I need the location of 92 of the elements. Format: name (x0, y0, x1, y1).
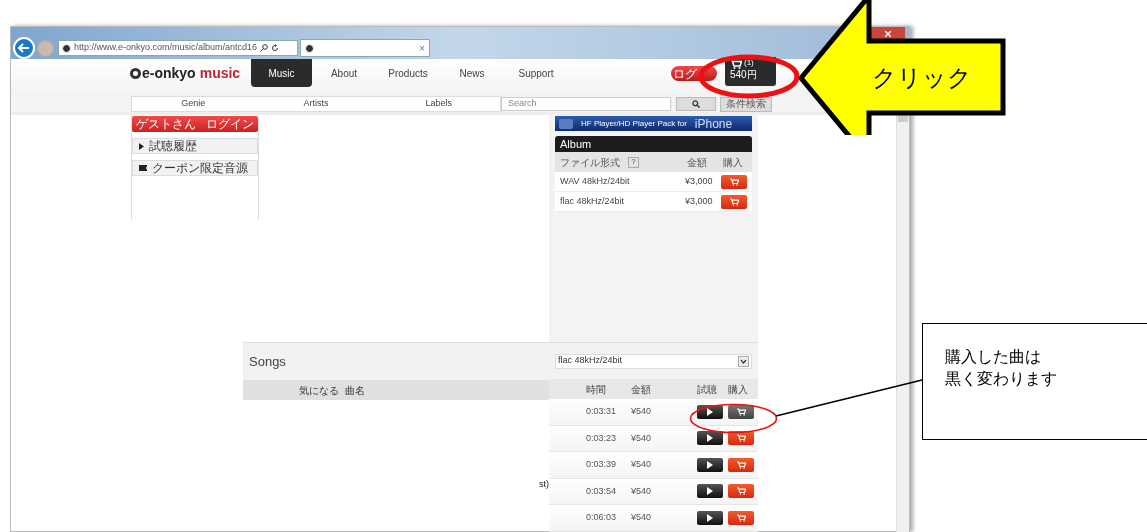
play-icon (707, 407, 713, 416)
cart-icon (736, 407, 746, 416)
address-text: http://www.e-onkyo.com/music/album/antcd16 (74, 41, 258, 55)
column-header: 曲名 (345, 383, 365, 398)
cart-icon (736, 513, 746, 522)
column-header: ファイル形式 (560, 155, 620, 170)
cart-button[interactable] (728, 457, 754, 472)
logo-accent: music (199, 63, 241, 83)
back-arrow-icon (18, 43, 30, 53)
price-cell-text: ¥540 (631, 484, 653, 498)
address-field[interactable]: http://www.e-onkyo.com/music/album/antcd16 (58, 40, 298, 56)
search-icon (260, 44, 269, 52)
price-cell-text: ¥540 (631, 405, 653, 418)
time-cell-text: 0:03:39 (586, 458, 618, 471)
nav-tab[interactable]: News (440, 59, 504, 87)
column-header: 時間 (586, 382, 607, 397)
play-icon (707, 513, 713, 522)
song-title: st) (539, 477, 549, 491)
price-cell-text: ¥3,000 (685, 194, 714, 208)
play-button[interactable] (697, 484, 723, 499)
click-label: クリック (872, 63, 972, 93)
banner-text: HF Player/HD Player Pack for (581, 117, 687, 130)
cart-button[interactable] (728, 510, 754, 525)
time-cell-text: 0:03:54 (586, 484, 618, 498)
site-icon (305, 43, 314, 53)
column-header: 金額 (631, 382, 652, 397)
subnav-link[interactable]: Labels (377, 97, 500, 111)
nav-tab[interactable]: Support (504, 59, 568, 87)
search-field[interactable]: Search (501, 97, 671, 111)
refresh-icon (271, 44, 280, 52)
play-icon (707, 487, 713, 496)
cart-button[interactable] (728, 431, 754, 446)
column-header: 金額 (687, 155, 708, 170)
cart-count: (1) (744, 59, 754, 67)
cart-icon (729, 197, 739, 206)
site-icon (62, 43, 71, 53)
browser-tab[interactable]: × (300, 39, 430, 57)
play-icon (707, 434, 713, 443)
column-header: 試聴 (697, 382, 718, 397)
app-logo-icon (559, 118, 573, 129)
price-cell-text: ¥540 (631, 431, 653, 445)
album-header: Album (555, 136, 752, 152)
logo-mark-icon (130, 67, 141, 79)
guest-login-link[interactable]: ログイン (206, 115, 254, 133)
column-header: 購入 (723, 155, 744, 170)
subnav-link[interactable]: Artists (254, 97, 378, 111)
help-icon: ? (628, 156, 639, 168)
cart-icon (736, 434, 746, 443)
tab-close-button[interactable]: × (419, 40, 425, 56)
cart-button[interactable] (721, 194, 747, 209)
cart-button[interactable] (728, 484, 754, 499)
nav-tab[interactable]: Products (376, 59, 440, 87)
time-cell-text: 0:06:03 (586, 511, 618, 524)
songs-title: Songs (248, 352, 287, 371)
nav-tab[interactable]: About (312, 59, 376, 87)
nav-tab[interactable]: Music (251, 59, 312, 87)
subnav-link[interactable]: Genie (132, 97, 255, 111)
format-cell-text: flac 48kHz/24bit (560, 194, 626, 208)
cart-icon (736, 487, 746, 496)
callout-text: 黒く変わります (945, 369, 1058, 389)
cart-total: 540円 (730, 70, 757, 80)
play-icon (707, 460, 713, 469)
price-cell-text: ¥3,000 (685, 174, 714, 188)
logo-text: e-onkyo (142, 63, 196, 83)
ticket-icon (139, 165, 147, 171)
search-icon (692, 100, 700, 108)
callout-text: 購入した曲は (945, 347, 1042, 367)
play-button[interactable] (697, 457, 723, 472)
price-cell-text: ¥540 (631, 458, 653, 471)
play-icon (139, 142, 144, 150)
price-cell-text: ¥540 (631, 511, 653, 524)
column-header: 気になる (299, 383, 339, 398)
banner-accent: iPhone (694, 117, 733, 130)
cart-icon (730, 59, 742, 69)
guest-label: ゲストさん (136, 116, 196, 133)
cart-icon (729, 177, 739, 186)
time-cell-text: 0:03:31 (586, 405, 618, 418)
iphone-banner[interactable]: HF Player/HD Player Pack for iPhone (555, 116, 752, 131)
cart-icon (736, 460, 746, 469)
dropdown-icon (738, 355, 749, 367)
column-header: 購入 (728, 382, 748, 397)
search-button[interactable] (676, 97, 716, 111)
back-button[interactable] (13, 37, 35, 59)
cart-button[interactable] (721, 174, 747, 189)
close-icon (885, 31, 891, 37)
time-cell-text: 0:03:23 (586, 431, 618, 445)
play-button[interactable] (697, 510, 723, 525)
sidebar-item[interactable]: クーポン限定音源 (132, 160, 258, 176)
play-button[interactable] (697, 431, 723, 446)
sidebar-item[interactable]: 試聴履歴 (132, 138, 258, 154)
format-select[interactable]: flac 48kHz/24bit (555, 353, 752, 369)
format-cell-text: WAV 48kHz/24bit (560, 174, 631, 188)
